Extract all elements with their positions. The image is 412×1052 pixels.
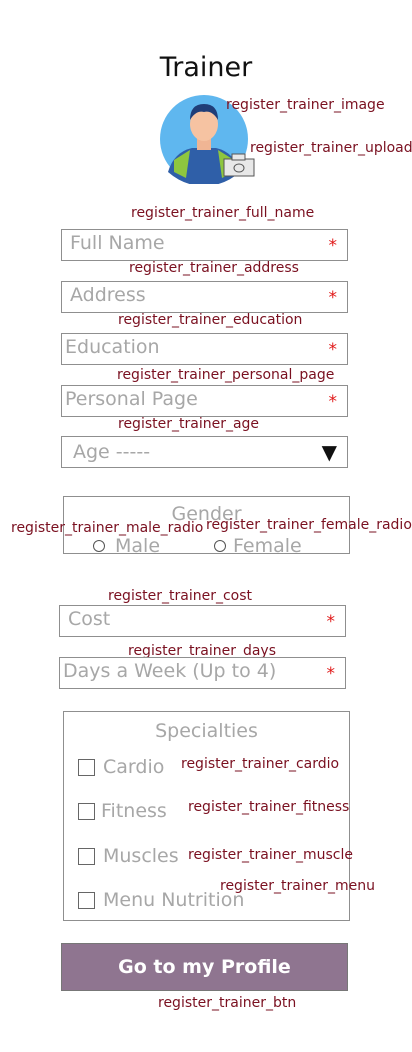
full-name-required-mark: *: [328, 236, 338, 256]
female-radio-label: Female: [233, 535, 302, 557]
cost-required-mark: *: [326, 612, 336, 632]
address-placeholder: Address: [70, 284, 146, 306]
education-required-mark: *: [328, 340, 338, 360]
personal-page-input[interactable]: Personal Page *: [61, 385, 348, 417]
male-radio-label: Male: [115, 535, 161, 557]
go-to-profile-button[interactable]: Go to my Profile: [61, 943, 348, 991]
muscles-checkbox[interactable]: Muscles: [78, 845, 179, 867]
days-required-mark: *: [326, 664, 336, 684]
upload-camera-button[interactable]: [223, 153, 255, 177]
male-radio-circle[interactable]: [93, 540, 105, 552]
cardio-checkbox[interactable]: Cardio: [78, 756, 164, 778]
muscles-checkbox-box[interactable]: [78, 847, 95, 865]
page-title: Trainer: [159, 52, 253, 83]
address-id-label: register_trainer_address: [129, 260, 299, 276]
personal-page-required-mark: *: [328, 392, 338, 412]
menu-nutrition-checkbox-box[interactable]: [78, 891, 95, 909]
cardio-checkbox-box[interactable]: [78, 758, 95, 776]
female-radio[interactable]: Female: [214, 535, 302, 557]
camera-icon: [223, 153, 255, 177]
fitness-checkbox[interactable]: Fitness: [78, 800, 167, 822]
cost-input[interactable]: Cost *: [59, 605, 346, 637]
cost-placeholder: Cost: [68, 608, 111, 630]
personal-page-id-label: register_trainer_personal_page: [117, 367, 335, 383]
muscle-id-label: register_trainer_muscle: [188, 847, 353, 863]
full-name-id-label: register_trainer_full_name: [131, 205, 315, 221]
education-input[interactable]: Education *: [61, 333, 348, 365]
male-radio[interactable]: Male: [93, 535, 160, 557]
avatar-upload-id-label: register_trainer_upload: [250, 140, 412, 156]
age-selected-value: Age -----: [73, 441, 151, 463]
fitness-id-label: register_trainer_fitness: [188, 799, 350, 815]
age-select[interactable]: Age ----- ▼: [61, 436, 348, 468]
female-radio-id-label: register_trainer_female_radio: [206, 517, 412, 533]
cardio-id-label: register_trainer_cardio: [181, 756, 340, 772]
full-name-placeholder: Full Name: [70, 232, 165, 254]
muscles-label: Muscles: [103, 845, 179, 867]
menu-id-label: register_trainer_menu: [220, 878, 375, 894]
address-input[interactable]: Address *: [61, 281, 348, 313]
days-placeholder: Days a Week (Up to 4): [63, 660, 277, 682]
cardio-label: Cardio: [103, 756, 165, 778]
full-name-input[interactable]: Full Name *: [61, 229, 348, 261]
address-required-mark: *: [328, 288, 338, 308]
cost-id-label: register_trainer_cost: [108, 588, 252, 604]
education-placeholder: Education: [65, 336, 160, 358]
fitness-checkbox-box[interactable]: [78, 802, 95, 820]
avatar-image-id-label: register_trainer_image: [226, 97, 385, 113]
education-id-label: register_trainer_education: [118, 312, 303, 328]
male-radio-id-label: register_trainer_male_radio: [11, 520, 204, 536]
fitness-label: Fitness: [101, 800, 167, 822]
personal-page-placeholder: Personal Page: [65, 388, 198, 410]
dropdown-arrow-icon: ▼: [321, 440, 337, 464]
specialties-title: Specialties: [155, 720, 258, 742]
age-id-label: register_trainer_age: [118, 416, 260, 432]
female-radio-circle[interactable]: [214, 540, 226, 552]
days-input[interactable]: Days a Week (Up to 4) *: [59, 657, 346, 689]
submit-id-label: register_trainer_btn: [158, 995, 297, 1011]
